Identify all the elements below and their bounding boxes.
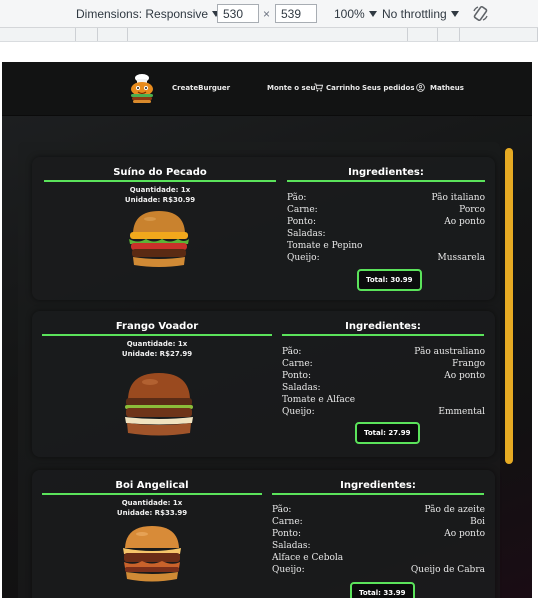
ingredient-label: Ponto: [287, 217, 316, 227]
ingredient-label: Queijo: [282, 407, 315, 417]
ingredient-value: Pão de azeite [424, 505, 486, 515]
cart-icon[interactable] [314, 83, 323, 92]
height-input[interactable]: 539 [275, 4, 317, 23]
navbar: CreateBurguer Monte o seu Carrinho Seus … [2, 62, 532, 116]
ingredient-value: Ao ponto [444, 217, 485, 227]
ingredient-label: Carne: [287, 205, 318, 215]
ingredient-value: Pão italiano [431, 193, 486, 203]
ingredient-label: Pão: [287, 193, 307, 203]
media-query-ruler [0, 28, 538, 42]
order-quantity: Quantidade: 1x [129, 186, 191, 194]
nav-user-matheus[interactable]: Matheus [430, 84, 464, 92]
total-badge: Total: 33.99 [350, 582, 415, 598]
order-unit-price: Unidade: R$30.99 [124, 196, 196, 204]
ingredient-label: Saladas: [272, 541, 311, 551]
total-badge: Total: 27.99 [355, 422, 420, 444]
throttling-dropdown[interactable]: No throttling [382, 7, 459, 21]
dimensions-label: Dimensions: Responsive [76, 7, 209, 21]
ingredient-value: Boi [470, 517, 485, 527]
ingredient-label: Saladas: [282, 383, 321, 393]
burger-image [129, 211, 189, 267]
order-unit-price: Unidade: R$33.99 [116, 509, 188, 517]
order-title: Boi Angelical [115, 480, 189, 491]
burger-image [125, 373, 193, 436]
zoom-dropdown[interactable]: 100% [334, 7, 377, 21]
ingredients-title: Ingredientes: [340, 480, 416, 491]
times-sign: × [263, 7, 271, 21]
dimensions-dropdown[interactable]: Dimensions: Responsive [76, 7, 221, 21]
brand-name[interactable]: CreateBurguer [172, 84, 230, 92]
ingredient-salad-value: Alface e Cebola [272, 553, 344, 563]
ingredient-label: Carne: [272, 517, 303, 527]
order-quantity: Quantidade: 1x [121, 499, 183, 507]
nav-carrinho[interactable]: Carrinho [326, 84, 360, 92]
ingredients-underline [272, 493, 484, 495]
user-icon[interactable] [416, 83, 425, 92]
title-underline [42, 493, 262, 495]
title-underline [44, 180, 276, 182]
ingredient-label: Ponto: [282, 371, 311, 381]
burger-logo-icon[interactable] [127, 72, 157, 104]
total-badge: Total: 30.99 [357, 269, 422, 291]
rotate-icon[interactable] [472, 5, 489, 22]
order-card: Boi Angelical Quantidade: 1x Unidade: R$… [32, 470, 495, 598]
throttling-label: No throttling [382, 7, 447, 21]
zoom-label: 100% [334, 7, 365, 21]
ingredient-label: Ponto: [272, 529, 301, 539]
order-card: Frango Voador Quantidade: 1x Unidade: R$… [32, 311, 495, 457]
ingredient-value: Queijo de Cabra [410, 565, 485, 575]
ingredient-label: Carne: [282, 359, 313, 369]
nav-seus-pedidos[interactable]: Seus pedidos [362, 84, 415, 92]
ingredient-value: Ao ponto [444, 529, 485, 539]
ingredient-label: Pão: [282, 347, 302, 357]
order-unit-price: Unidade: R$27.99 [121, 350, 193, 358]
ingredient-value: Frango [452, 359, 485, 369]
page-viewport: CreateBurguer Monte o seu Carrinho Seus … [2, 62, 532, 598]
ingredient-label: Queijo: [272, 565, 305, 575]
title-underline [42, 334, 272, 336]
ingredient-salad-value: Tomate e Pepino [287, 241, 363, 251]
ingredient-salad-value: Tomate e Alface [282, 395, 356, 405]
devtools-toolbar: Dimensions: Responsive 530 × 539 100% No… [0, 0, 538, 28]
ingredients-underline [282, 334, 484, 336]
ingredient-value: Porco [459, 205, 485, 215]
ingredients-title: Ingredientes: [348, 167, 424, 178]
ingredient-label: Queijo: [287, 253, 320, 263]
ingredient-value: Mussarela [437, 253, 486, 263]
ingredient-value: Ao ponto [444, 371, 485, 381]
scrollbar-thumb[interactable] [505, 148, 513, 464]
ingredients-title: Ingredientes: [345, 321, 421, 332]
order-title: Suíno do Pecado [113, 167, 207, 178]
width-input[interactable]: 530 [217, 4, 259, 23]
order-title: Frango Voador [115, 321, 199, 332]
chevron-down-icon [450, 11, 459, 17]
ingredient-label: Pão: [272, 505, 292, 515]
ingredient-value: Pão australiano [414, 347, 485, 357]
ingredients-underline [287, 180, 485, 182]
nav-monte-o-seu[interactable]: Monte o seu [267, 84, 315, 92]
ingredient-label: Saladas: [287, 229, 326, 239]
ingredient-value: Emmental [438, 407, 485, 417]
order-card: Suíno do Pecado Quantidade: 1x Unidade: … [32, 157, 495, 300]
burger-image [123, 526, 181, 582]
order-quantity: Quantidade: 1x [126, 340, 188, 348]
chevron-down-icon [368, 11, 377, 17]
